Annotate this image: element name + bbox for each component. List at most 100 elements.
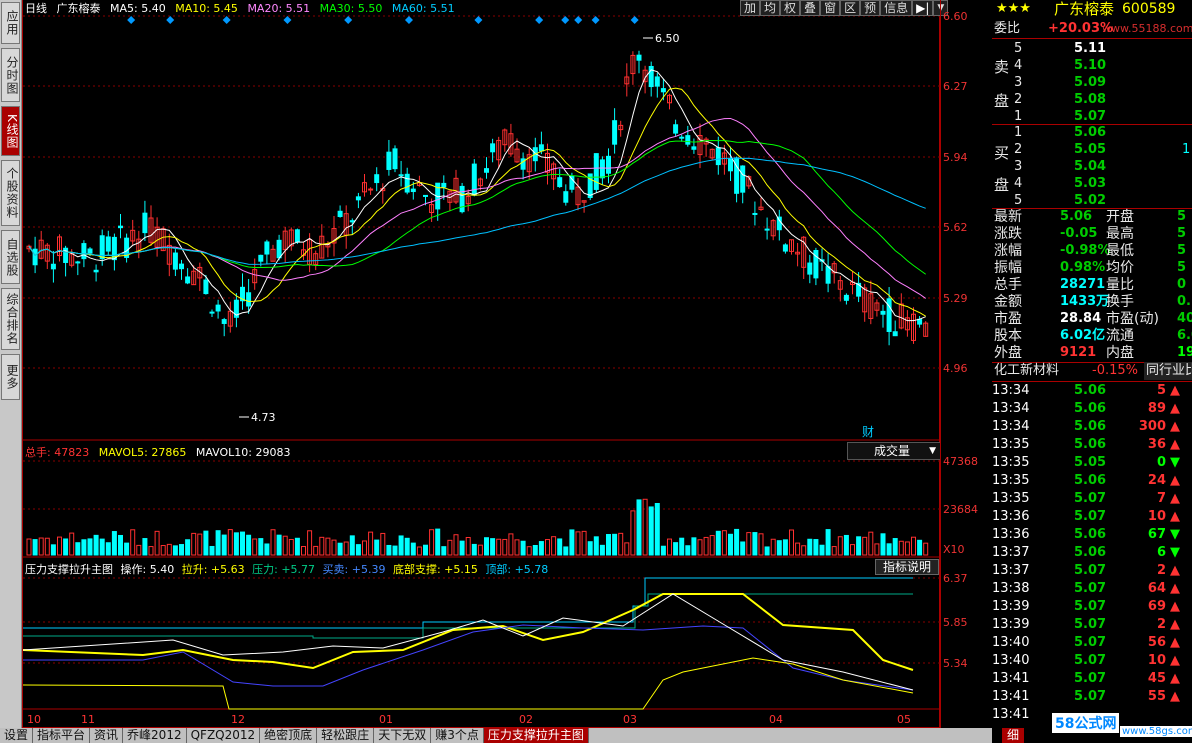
- volume-dropdown[interactable]: 成交量 ▼: [847, 442, 941, 460]
- bottom-tab[interactable]: 赚3个点: [431, 728, 484, 743]
- tick-time: 13:34: [992, 419, 1030, 434]
- toolbar-forecast-button[interactable]: 预: [860, 0, 881, 16]
- volume-bar: [923, 542, 929, 556]
- tick-volume: 6: [1156, 545, 1166, 560]
- volume-bar: [111, 531, 117, 556]
- stat-value-right: 0: [1177, 277, 1187, 292]
- volume-bar: [362, 540, 367, 556]
- date-tick: 03: [623, 713, 637, 726]
- indicator-tick: 5.85: [943, 616, 968, 629]
- stat-row: 振幅 0.98% 均价 5: [992, 259, 1192, 277]
- volume-bar: [288, 538, 294, 556]
- stat-label: 总手: [994, 277, 1022, 293]
- tick-time: 13:34: [992, 383, 1030, 398]
- volume-bar: [825, 529, 831, 556]
- indicator-buysell: 买卖: +5.39: [322, 563, 386, 576]
- volume-bar: [57, 536, 62, 556]
- volume-bar: [313, 545, 319, 556]
- date-tick: 10: [27, 713, 41, 726]
- sidebar-tab-ranking[interactable]: 综合排名: [1, 288, 20, 350]
- sidebar-tab-more[interactable]: 更多: [1, 354, 20, 400]
- candle-body: [654, 76, 660, 87]
- ma10-line: [28, 87, 926, 317]
- tick-time: 13:39: [992, 617, 1030, 632]
- indicator-name: 压力支撑拉升主图: [25, 563, 113, 576]
- toolbar-range-button[interactable]: 区: [840, 0, 861, 16]
- toolbar-window-button[interactable]: 窗: [820, 0, 841, 16]
- indicator-help-button[interactable]: 指标说明: [875, 559, 939, 575]
- sidebar-tab-watchlist[interactable]: 自选股: [1, 230, 20, 284]
- expand-icon[interactable]: ▶|: [912, 0, 934, 16]
- price-tick: 4.96: [943, 362, 968, 375]
- tick-volume: 2: [1156, 617, 1166, 632]
- arrow-down-icon: ▼: [1170, 527, 1180, 542]
- toolbar-add-button[interactable]: 加: [740, 0, 761, 16]
- event-marker-icon: [166, 16, 175, 24]
- tick-row: 13:41 5.07 45 ▲: [992, 670, 1192, 688]
- bottom-tab[interactable]: 压力支撑拉升主图: [483, 728, 589, 743]
- stat-value-right: 5: [1177, 226, 1187, 241]
- volume-bar: [368, 531, 374, 556]
- sector-change: -0.15%: [1092, 363, 1138, 378]
- volume-bar: [660, 545, 666, 556]
- candle-body: [294, 229, 300, 243]
- sidebar-tab-kline[interactable]: K线图: [1, 106, 20, 156]
- volume-bar: [526, 546, 532, 556]
- toolbar-overlay-button[interactable]: 叠: [800, 0, 821, 16]
- candle-body: [215, 304, 221, 312]
- volume-bar: [563, 546, 569, 556]
- volume-bar: [654, 502, 660, 556]
- tick-volume: 45: [1147, 671, 1166, 686]
- candle-body: [606, 155, 611, 174]
- bottom-tab[interactable]: 天下无双: [374, 728, 432, 743]
- bottom-tab[interactable]: 设置: [0, 728, 34, 743]
- volume-bar: [81, 539, 87, 556]
- arrow-up-icon: ▲: [1170, 419, 1180, 434]
- volume-bar: [734, 528, 740, 556]
- toolbar-rights-button[interactable]: 权: [780, 0, 801, 16]
- peer-compare-button[interactable]: 同行业比: [1144, 362, 1192, 380]
- bottom-tab[interactable]: 轻松跟庄: [317, 728, 375, 743]
- volume-bar: [99, 538, 105, 556]
- volume-bar: [764, 546, 770, 556]
- candle-body: [81, 243, 87, 260]
- volume-bar: [490, 538, 496, 556]
- candle-body: [398, 174, 404, 177]
- tick-volume: 0: [1156, 455, 1166, 470]
- chart-area[interactable]: 6.50 4.73 财 10 11 12 01 02 03 04 05 日线 广东榕泰 MA5: 5…: [22, 0, 941, 728]
- volume-bar: [703, 536, 709, 556]
- volume-bar: [557, 538, 563, 556]
- sidebar-tab-stock-info[interactable]: 个股资料: [1, 160, 20, 226]
- toolbar-average-button[interactable]: 均: [760, 0, 781, 16]
- volume-bar: [770, 538, 776, 556]
- chart-canvas[interactable]: 6.50 4.73 财 10 11 12 01 02 03 04 05: [23, 0, 941, 728]
- bottom-tab[interactable]: QFZQ2012: [187, 728, 261, 743]
- volume-bar: [374, 539, 380, 556]
- toolbar-info-button[interactable]: 信息: [880, 0, 913, 16]
- candle-body: [93, 269, 99, 273]
- sidebar-tab-app[interactable]: 应用: [1, 2, 20, 44]
- stock-name-label: 广东榕泰: [56, 2, 101, 15]
- candle-body: [105, 236, 111, 252]
- bottom-tab[interactable]: 绝密顶底: [260, 728, 318, 743]
- mavol10-value: MAVOL10: 29083: [195, 446, 291, 459]
- volume-bar: [807, 538, 813, 556]
- candle-body: [776, 216, 782, 231]
- detail-tab[interactable]: 细: [1002, 728, 1024, 743]
- sidebar-tab-timeshare[interactable]: 分时图: [1, 48, 20, 102]
- candle-body: [892, 331, 898, 337]
- tick-time: 13:41: [992, 707, 1030, 722]
- stat-label-right: 市盈(动): [1106, 311, 1159, 327]
- volume-bar: [331, 539, 337, 556]
- bottom-tab[interactable]: 指标平台: [33, 728, 91, 743]
- stat-label: 股本: [994, 328, 1022, 344]
- volume-bar: [874, 543, 880, 556]
- tick-time: 13:40: [992, 635, 1030, 650]
- bottom-tab[interactable]: 资讯: [90, 728, 124, 743]
- volume-bar: [459, 540, 465, 556]
- volume-total: 总手: 47823: [25, 446, 90, 459]
- sector-row[interactable]: 化工新材料 -0.15% 同行业比: [992, 362, 1192, 380]
- tick-row: 13:34 5.06 89 ▲: [992, 400, 1192, 418]
- stat-value: 28271: [1060, 277, 1106, 292]
- bottom-tab[interactable]: 乔峰2012: [123, 728, 187, 743]
